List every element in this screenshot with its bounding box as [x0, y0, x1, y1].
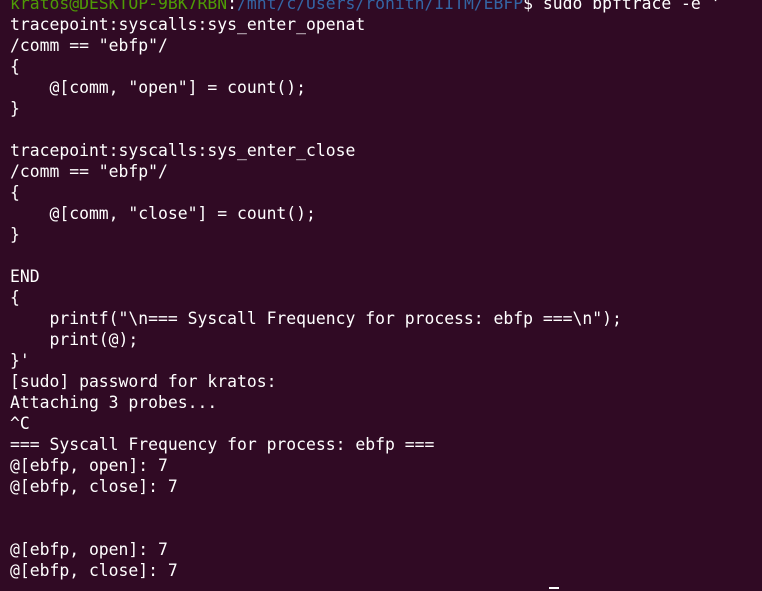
output-line: {	[10, 183, 20, 202]
text-cursor	[549, 587, 559, 589]
output-line: /comm == "ebfp"/	[10, 36, 168, 55]
prompt-path: /mnt/c/Users/rohith/IITM/EBFP	[236, 0, 524, 13]
output-line: {	[10, 57, 20, 76]
output-line: [sudo] password for kratos:	[10, 372, 277, 391]
output-line: @[comm, "close"] = count();	[10, 204, 316, 223]
prompt-symbol: $	[523, 0, 534, 13]
output-line: /comm == "ebfp"/	[10, 162, 168, 181]
output-line: @[ebfp, close]: 7	[10, 477, 178, 496]
output-line: @[ebfp, close]: 7	[10, 561, 178, 580]
output-line: }	[10, 99, 20, 118]
output-line: {	[10, 288, 20, 307]
output-line: === Syscall Frequency for process: ebfp …	[10, 435, 435, 454]
prompt-user-host: kratos@DESKTOP-9BK7RBN	[10, 0, 228, 13]
output-line: }	[10, 225, 20, 244]
output-line: tracepoint:syscalls:sys_enter_close	[10, 141, 356, 160]
output-line: tracepoint:syscalls:sys_enter_openat	[10, 15, 366, 34]
prompt-command: sudo bpftrace -e '	[533, 0, 721, 13]
prompt-line: kratos@DESKTOP-9BK7RBN:/mnt/c/Users/rohi…	[10, 0, 762, 14]
output-line: printf("\n=== Syscall Frequency for proc…	[10, 309, 622, 328]
output-line: Attaching 3 probes...	[10, 393, 218, 412]
output-line: END	[10, 267, 40, 286]
output-line: }'	[10, 351, 30, 370]
prompt-separator: :	[227, 0, 237, 13]
output-line: @[ebfp, open]: 7	[10, 456, 168, 475]
terminal-window[interactable]: kratos@DESKTOP-9BK7RBN:/mnt/c/Users/rohi…	[0, 0, 762, 591]
output-line: @[ebfp, open]: 7	[10, 540, 168, 559]
output-line: ^C	[10, 414, 30, 433]
output-line: print(@);	[10, 330, 139, 349]
output-line: @[comm, "open"] = count();	[10, 78, 307, 97]
